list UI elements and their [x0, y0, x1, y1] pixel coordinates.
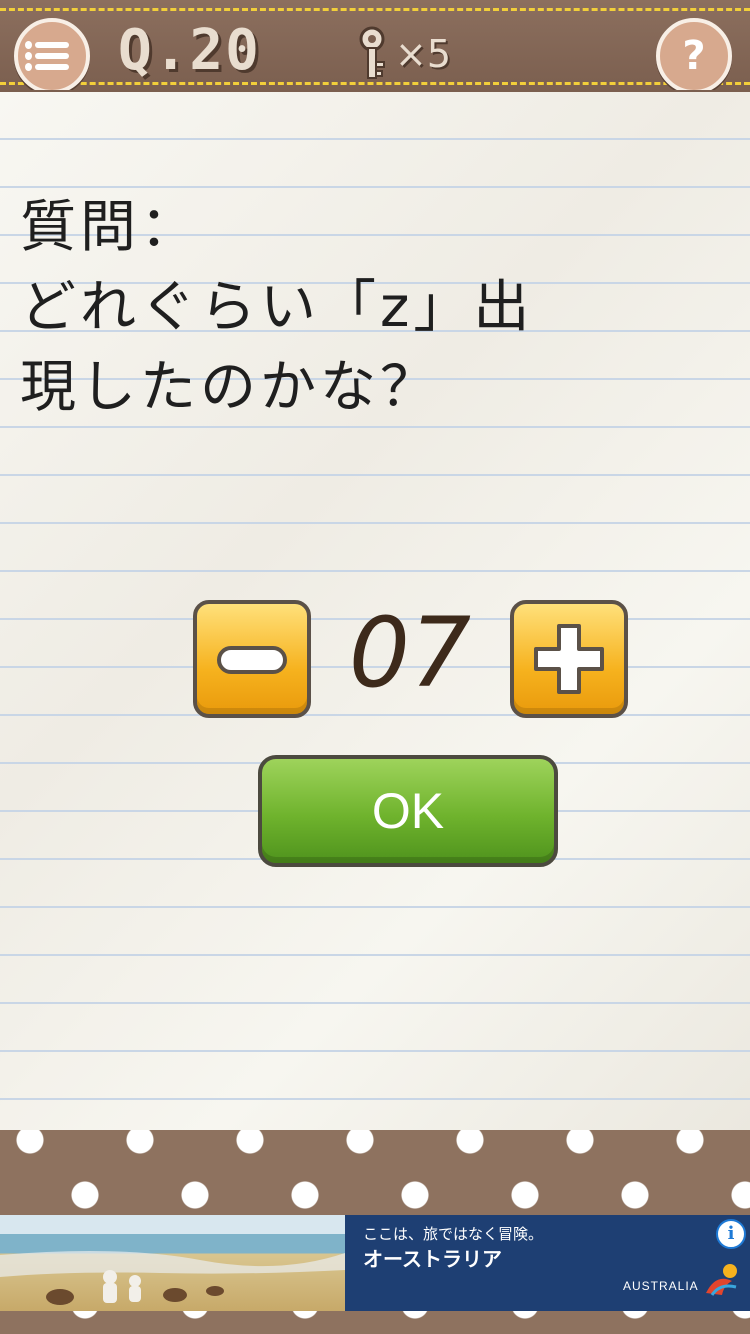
question-text: 質問： どれぐらい「z」出 現したのかな？: [20, 195, 534, 420]
minus-icon: [217, 646, 287, 674]
help-icon: ?: [682, 33, 706, 79]
ok-button[interactable]: OK: [258, 755, 558, 867]
ad-tagline: ここは、旅ではなく冒険。: [363, 1225, 544, 1243]
key-count: ×5: [395, 32, 452, 76]
help-button[interactable]: ?: [656, 18, 732, 94]
plus-button[interactable]: [510, 600, 628, 718]
top-bar: Q.20 ×5 ?: [0, 0, 750, 106]
info-icon[interactable]: i: [716, 1219, 746, 1249]
menu-button[interactable]: [14, 18, 90, 94]
stitch-decoration-top: [0, 8, 750, 11]
question-number: Q.20: [118, 18, 261, 83]
minus-button[interactable]: [193, 600, 311, 718]
key-icon: [355, 26, 389, 82]
ad-brand: AUSTRALIA: [623, 1279, 699, 1293]
counter-value: 07: [348, 597, 472, 709]
ad-text-panel: ここは、旅ではなく冒険。 オーストラリア AUSTRALIA i: [345, 1215, 750, 1311]
plus-icon: [534, 624, 604, 694]
ad-title: オーストラリア: [363, 1247, 502, 1271]
kangaroo-logo-icon: [706, 1264, 737, 1296]
ad-banner[interactable]: ここは、旅ではなく冒険。 オーストラリア AUSTRALIA i: [0, 1215, 750, 1311]
menu-icon: [25, 37, 69, 75]
ad-photo: [0, 1215, 345, 1311]
key-counter: ×5: [355, 24, 451, 84]
